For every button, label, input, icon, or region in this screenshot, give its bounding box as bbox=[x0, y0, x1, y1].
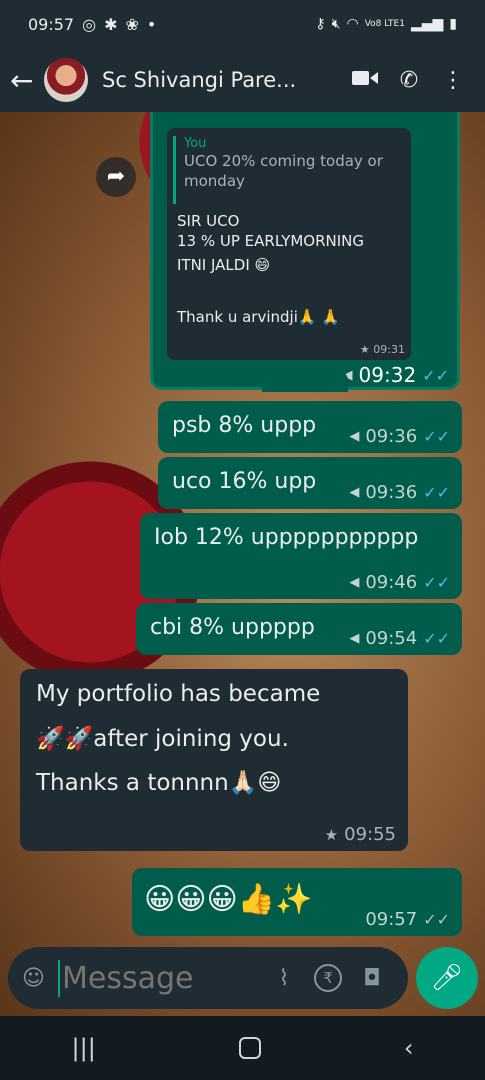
message-input[interactable] bbox=[58, 959, 262, 997]
mic-button[interactable]: 🎤︎ bbox=[416, 947, 478, 1009]
key-icon: ⚷ bbox=[315, 16, 326, 32]
message-meta: ◀ 09:32 ✓✓ bbox=[343, 363, 449, 387]
message-time: 09:36 bbox=[365, 482, 418, 503]
message-text: Iob 12% uppppppppppp bbox=[154, 525, 419, 550]
message-meta: ◀ 09:54 ✓✓ bbox=[349, 628, 450, 649]
recents-icon[interactable]: ||| bbox=[72, 1034, 96, 1062]
message-meta: ◀ 09:36 ✓✓ bbox=[349, 426, 450, 447]
message-bubble[interactable]: 😀😀😀👍✨ 09:57 ✓✓ bbox=[132, 868, 462, 936]
quoted-reply: You UCO 20% coming today or monday bbox=[173, 136, 405, 204]
message-text: psb 8% uppp bbox=[172, 413, 317, 438]
message-text: cbi 8% uppppp bbox=[150, 615, 315, 640]
more-icon[interactable]: ⋮ bbox=[431, 68, 475, 93]
accessibility-icon: ✱ bbox=[104, 14, 118, 34]
quote-text: UCO 20% coming today or monday bbox=[184, 152, 383, 190]
quote-author: You bbox=[184, 136, 207, 151]
contact-name[interactable]: Sc Shivangi Pare... bbox=[102, 68, 343, 92]
status-time: 09:57 bbox=[28, 14, 75, 34]
message-text: 😀😀😀👍✨ bbox=[144, 882, 313, 917]
camera-icon[interactable]: ◘ bbox=[350, 966, 394, 991]
message-bubble[interactable]: Iob 12% uppppppppppp ◀ 09:46 ✓✓ bbox=[140, 513, 462, 599]
body-line: SIR UCO bbox=[177, 212, 240, 230]
emoji-peek bbox=[262, 372, 348, 392]
message-meta: 09:57 ✓✓ bbox=[365, 909, 450, 930]
message-time: 09:32 bbox=[358, 363, 417, 387]
wallpaper-decoration bbox=[10, 382, 22, 417]
back-arrow-icon[interactable]: ← bbox=[10, 64, 40, 97]
forwarded-message[interactable]: You UCO 20% coming today or monday SIR U… bbox=[150, 112, 460, 390]
mic-icon: 🎤︎ bbox=[430, 963, 464, 993]
network-label: Vo8 LTE1 bbox=[364, 19, 405, 29]
chat-header: ← Sc Shivangi Pare... ✆ ⋮ bbox=[0, 48, 485, 112]
delivered-tick-icon: ✓✓ bbox=[423, 910, 450, 929]
message-text: My portfolio has became bbox=[36, 681, 321, 707]
body-line: Thank u arvindji🙏 🙏 bbox=[177, 308, 340, 326]
signal-icon: ▂▄▆ bbox=[410, 16, 444, 32]
message-bubble[interactable]: psb 8% uppp ◀ 09:36 ✓✓ bbox=[158, 401, 462, 453]
read-tick-icon: ✓✓ bbox=[423, 629, 450, 648]
megaphone-icon: ◀ bbox=[349, 631, 360, 646]
star-icon: ★ bbox=[359, 343, 370, 356]
message-time: 09:57 bbox=[365, 909, 418, 930]
read-tick-icon: ✓✓ bbox=[423, 427, 450, 446]
message-meta: ◀ 09:46 ✓✓ bbox=[349, 572, 450, 593]
megaphone-icon: ◀ bbox=[349, 575, 360, 590]
message-bubble[interactable]: uco 16% upp ◀ 09:36 ✓✓ bbox=[158, 457, 462, 509]
gallery-icon: ❀ bbox=[125, 14, 139, 34]
forward-icon[interactable]: ➦ bbox=[96, 157, 136, 197]
message-text: uco 16% upp bbox=[172, 469, 317, 494]
message-bubble[interactable]: cbi 8% uppppp ◀ 09:54 ✓✓ bbox=[136, 603, 462, 655]
video-call-icon[interactable] bbox=[343, 68, 387, 93]
read-tick-icon: ✓✓ bbox=[422, 365, 449, 385]
avatar[interactable] bbox=[44, 58, 88, 102]
megaphone-icon: ◀ bbox=[349, 485, 360, 500]
back-icon[interactable]: ‹ bbox=[404, 1034, 414, 1062]
rupee-icon[interactable]: ₹ bbox=[306, 964, 350, 992]
attach-icon[interactable]: ⌇ bbox=[262, 966, 306, 991]
message-meta: ★ 09:55 bbox=[325, 824, 396, 845]
system-nav-bar: ||| ‹ bbox=[0, 1016, 485, 1080]
phone-icon[interactable]: ✆ bbox=[387, 68, 431, 93]
read-tick-icon: ✓✓ bbox=[423, 483, 450, 502]
body-line: 13 % UP EARLYMORNING bbox=[177, 232, 365, 250]
emoji-icon[interactable]: ☺ bbox=[22, 966, 58, 991]
message-time: 09:46 bbox=[365, 572, 418, 593]
message-text: 🚀🚀after joining you. bbox=[36, 726, 289, 752]
wifi-icon: ◠ bbox=[346, 16, 359, 32]
message-time: 09:55 bbox=[344, 824, 396, 845]
whatsapp-icon: ◎ bbox=[82, 14, 97, 34]
message-text: Thanks a tonnnn🙏🏻😄 bbox=[36, 770, 282, 796]
chat-area[interactable]: ➦ You UCO 20% coming today or monday SIR… bbox=[0, 112, 485, 1016]
star-icon: ★ bbox=[324, 825, 339, 844]
message-composer: ☺ ⌇ ₹ ◘ bbox=[8, 947, 408, 1009]
message-meta: ◀ 09:36 ✓✓ bbox=[349, 482, 450, 503]
dot-icon: • bbox=[146, 14, 157, 34]
body-line: ITNI JALDI 😄 bbox=[177, 256, 271, 274]
inner-message: You UCO 20% coming today or monday SIR U… bbox=[167, 128, 411, 360]
mute-icon: 🔇︎ bbox=[331, 16, 341, 32]
incoming-message-bubble[interactable]: My portfolio has became 🚀🚀after joining … bbox=[20, 669, 408, 851]
megaphone-icon: ◀ bbox=[349, 429, 360, 444]
message-time: 09:54 bbox=[365, 628, 418, 649]
inner-time: 09:31 bbox=[373, 343, 405, 356]
status-bar: 09:57 ◎ ✱ ❀ • ⚷ 🔇︎ ◠ Vo8 LTE1 ▂▄▆ ▮ bbox=[0, 0, 485, 48]
message-time: 09:36 bbox=[365, 426, 418, 447]
inner-timestamp: ★ 09:31 bbox=[360, 343, 405, 356]
read-tick-icon: ✓✓ bbox=[423, 573, 450, 592]
battery-icon: ▮ bbox=[449, 16, 457, 32]
home-icon[interactable] bbox=[238, 1037, 261, 1059]
